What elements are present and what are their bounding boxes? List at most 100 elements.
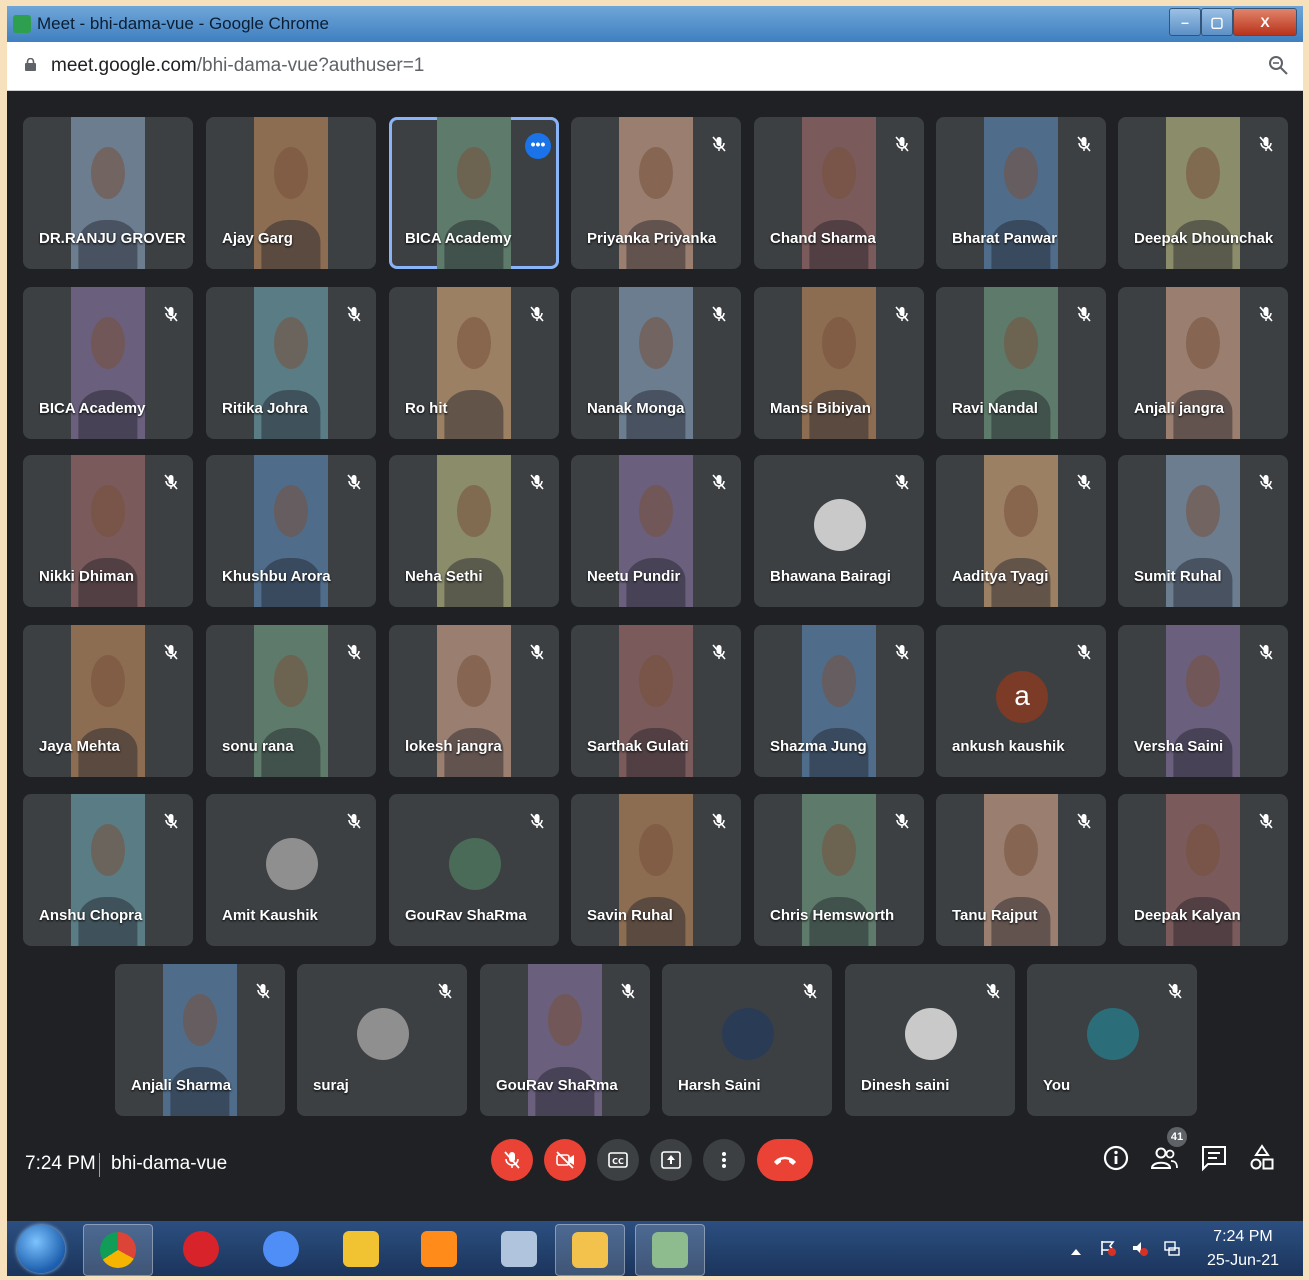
system-clock[interactable]: 7:24 PM 25-Jun-21 — [1207, 1225, 1279, 1273]
more-options-button[interactable] — [703, 1139, 745, 1181]
participant-name: Amit Kaushik — [222, 907, 318, 924]
zoom-icon[interactable] — [1267, 54, 1289, 76]
participant-tile[interactable]: Anshu Chopra — [23, 794, 193, 946]
close-window-button[interactable]: X — [1233, 8, 1297, 36]
title-bar[interactable]: Meet - bhi-dama-vue - Google Chrome – ▢ … — [7, 6, 1303, 42]
mic-muted-icon — [438, 983, 452, 999]
participant-tile[interactable]: Priyanka Priyanka — [571, 117, 741, 269]
mic-muted-icon — [895, 474, 909, 490]
participant-name: Nanak Monga — [587, 400, 685, 417]
mic-toggle-button[interactable] — [491, 1139, 533, 1181]
participant-tile[interactable]: Chand Sharma — [754, 117, 924, 269]
participant-tile[interactable]: Aaditya Tyagi — [936, 455, 1106, 607]
participant-tile[interactable]: Neha Sethi — [389, 455, 559, 607]
participant-tile[interactable]: Khushbu Arora — [206, 455, 376, 607]
tray-expand-icon[interactable] — [1067, 1243, 1085, 1261]
participant-name: Anjali Sharma — [131, 1077, 232, 1094]
participant-tile[interactable]: Jaya Mehta — [23, 625, 193, 777]
participant-tile[interactable]: You — [1027, 964, 1197, 1116]
participant-tile[interactable]: Amit Kaushik — [206, 794, 376, 946]
participant-tile[interactable]: Chris Hemsworth — [754, 794, 924, 946]
participant-tile[interactable]: Anjali Sharma — [115, 964, 285, 1116]
participant-name: Priyanka Priyanka — [587, 230, 717, 247]
mic-muted-icon — [530, 474, 544, 490]
participant-tile[interactable]: Anjali jangra — [1118, 287, 1288, 439]
file-explorer-icon — [572, 1232, 608, 1268]
participant-tile[interactable]: suraj — [297, 964, 467, 1116]
meet-favicon-icon — [13, 15, 31, 33]
participant-avatar — [814, 499, 866, 551]
taskbar-paint-button[interactable] — [635, 1224, 705, 1276]
taskbar-chrome-button[interactable] — [83, 1224, 153, 1276]
participant-tile[interactable]: Harsh Saini — [662, 964, 832, 1116]
participant-tile[interactable]: Shazma Jung — [754, 625, 924, 777]
participant-tile[interactable]: DR.RANJU GROVER — [23, 117, 193, 269]
url-text[interactable]: meet.google.com/bhi-dama-vue?authuser=1 — [51, 55, 424, 77]
mic-muted-icon — [1077, 813, 1091, 829]
participant-tile[interactable]: Neetu Pundir — [571, 455, 741, 607]
maximize-button[interactable]: ▢ — [1201, 8, 1233, 36]
start-button[interactable] — [17, 1225, 65, 1273]
participant-tile[interactable]: Ravi Nandal — [936, 287, 1106, 439]
participant-tile[interactable]: Ritika Johra — [206, 287, 376, 439]
leave-call-button[interactable] — [757, 1139, 813, 1181]
mic-muted-icon — [1077, 474, 1091, 490]
participant-tile[interactable]: Ajay Garg — [206, 117, 376, 269]
mic-muted-icon — [895, 813, 909, 829]
participant-tile[interactable]: ••• BICA Academy — [389, 117, 559, 269]
participant-tile[interactable]: Mansi Bibiyan — [754, 287, 924, 439]
mic-muted-icon — [347, 813, 361, 829]
taskbar-snipping-tool-button[interactable] — [485, 1224, 553, 1274]
captions-button[interactable]: CC — [597, 1139, 639, 1181]
participant-tile[interactable]: Bharat Panwar — [936, 117, 1106, 269]
participant-avatar: a — [996, 671, 1048, 723]
participant-tile[interactable]: a ankush kaushik — [936, 625, 1106, 777]
mic-muted-icon — [621, 983, 635, 999]
participant-tile[interactable]: BICA Academy — [23, 287, 193, 439]
mic-muted-icon — [1077, 306, 1091, 322]
participant-tile[interactable]: Savin Ruhal — [571, 794, 741, 946]
taskbar-player-button[interactable] — [405, 1224, 473, 1274]
mic-muted-icon — [347, 306, 361, 322]
participant-name: sonu rana — [222, 738, 294, 755]
address-bar[interactable]: meet.google.com/bhi-dama-vue?authuser=1 — [7, 42, 1303, 91]
action-center-flag-icon[interactable] — [1099, 1239, 1117, 1257]
participant-tile[interactable]: Dinesh saini — [845, 964, 1015, 1116]
participant-tile[interactable]: Deepak Kalyan — [1118, 794, 1288, 946]
taskbar-file-explorer-button[interactable] — [555, 1224, 625, 1276]
camera-toggle-button[interactable] — [544, 1139, 586, 1181]
mic-muted-icon — [1259, 474, 1273, 490]
participant-tile[interactable]: GouRav ShaRma — [480, 964, 650, 1116]
taskbar-opera-button[interactable] — [167, 1224, 235, 1274]
info-icon[interactable] — [1101, 1143, 1131, 1173]
participant-tile[interactable]: Bhawana Bairagi — [754, 455, 924, 607]
tile-options-icon[interactable]: ••• — [525, 133, 551, 159]
taskbar-chromium-button[interactable] — [247, 1224, 315, 1274]
chromium-icon — [263, 1231, 299, 1267]
participant-name: DR.RANJU GROVER — [39, 230, 186, 247]
people-icon[interactable] — [1149, 1143, 1179, 1173]
participant-name: Chand Sharma — [770, 230, 876, 247]
participant-name: Ravi Nandal — [952, 400, 1038, 417]
participant-tile[interactable]: Nanak Monga — [571, 287, 741, 439]
participant-tile[interactable]: lokesh jangra — [389, 625, 559, 777]
participant-tile[interactable]: Deepak Dhounchak — [1118, 117, 1288, 269]
svg-text:CC: CC — [612, 1157, 624, 1166]
participant-tile[interactable]: Sumit Ruhal — [1118, 455, 1288, 607]
participant-tile[interactable]: GouRav ShaRma — [389, 794, 559, 946]
participant-tile[interactable]: Nikki Dhiman — [23, 455, 193, 607]
activities-icon[interactable] — [1247, 1143, 1277, 1173]
participant-tile[interactable]: sonu rana — [206, 625, 376, 777]
present-button[interactable] — [650, 1139, 692, 1181]
taskbar-media-player-button[interactable] — [327, 1224, 395, 1274]
volume-muted-icon[interactable] — [1131, 1239, 1149, 1257]
network-icon[interactable] — [1163, 1239, 1181, 1257]
minimize-button[interactable]: – — [1169, 8, 1201, 36]
meeting-toolbar: 7:24 PM bhi-dama-vue CC 41 — [7, 1127, 1303, 1221]
participant-name: Shazma Jung — [770, 738, 867, 755]
participant-tile[interactable]: Ro hit — [389, 287, 559, 439]
participant-tile[interactable]: Versha Saini — [1118, 625, 1288, 777]
participant-tile[interactable]: Sarthak Gulati — [571, 625, 741, 777]
chat-icon[interactable] — [1199, 1143, 1229, 1173]
participant-tile[interactable]: Tanu Rajput — [936, 794, 1106, 946]
